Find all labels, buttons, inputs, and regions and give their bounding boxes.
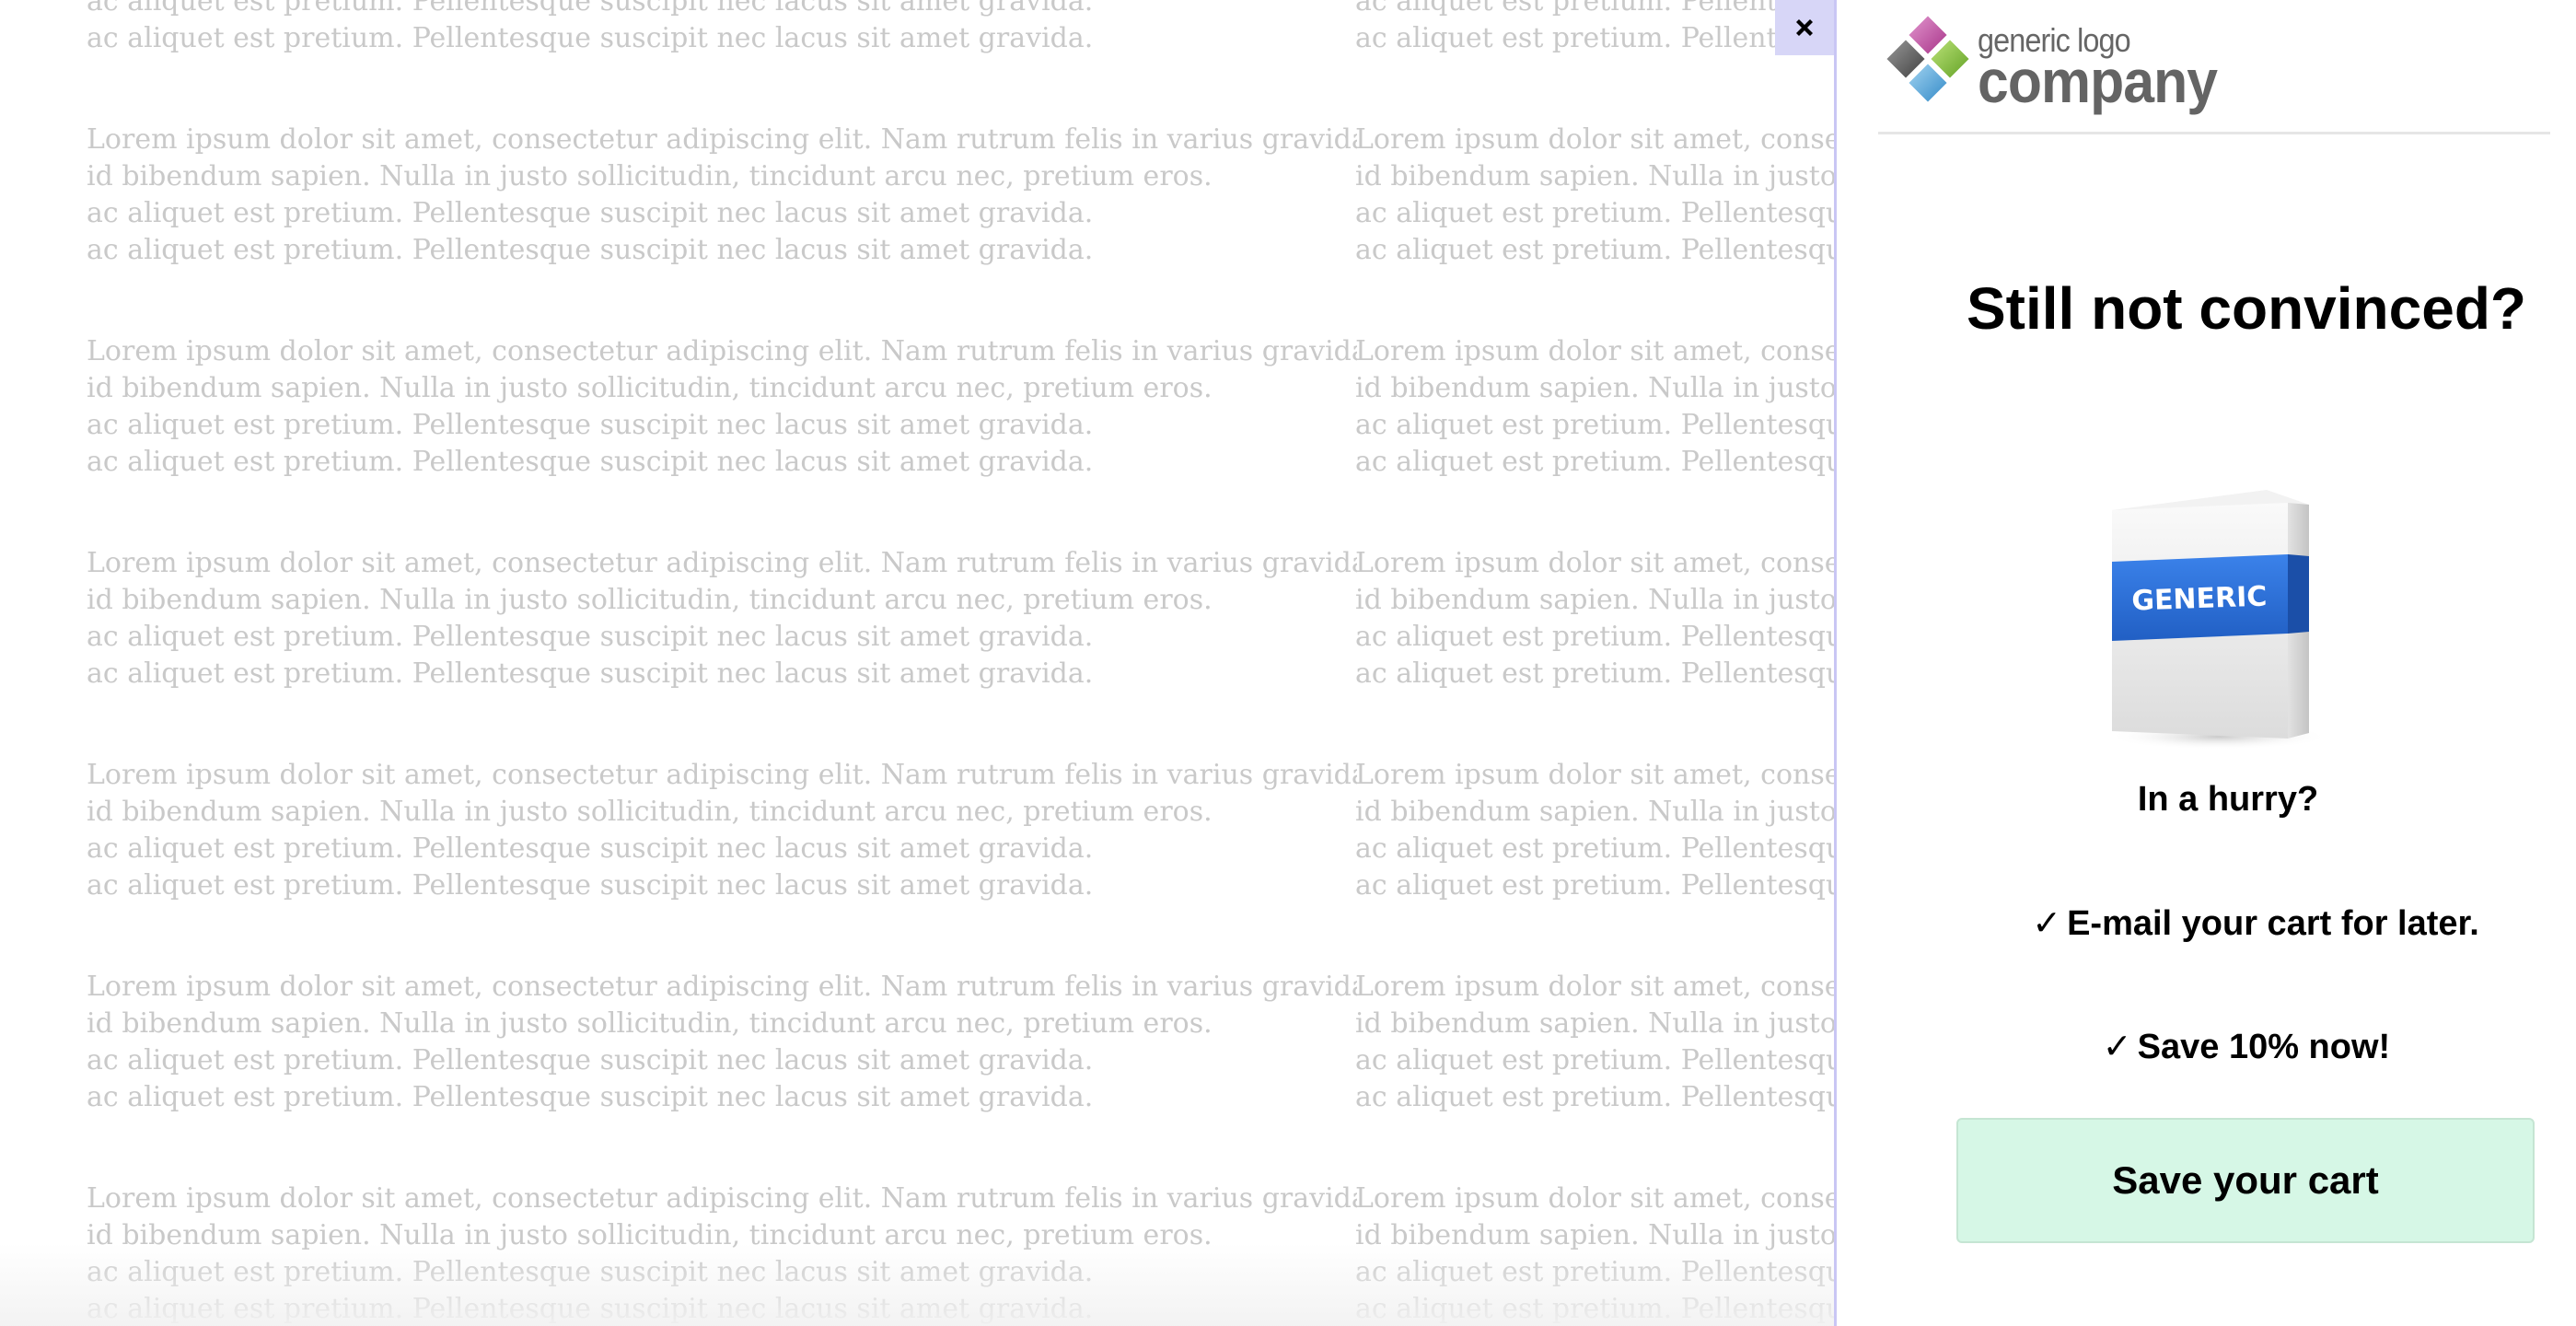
background-paragraph-line: ac aliquet est pretium. Pellentesque sus… <box>87 197 1094 229</box>
logo-big-text: company <box>1978 47 2218 115</box>
background-paragraph: ac aliquet est pretium. Pellentesque sus… <box>1355 0 1834 57</box>
background-paragraph-line: ac aliquet est pretium. Pellentesque sus… <box>1355 869 1834 901</box>
background-paragraph-line: ac aliquet est pretium. Pellentesque sus… <box>87 621 1094 653</box>
checkmark-icon: ✓ <box>2102 1026 2132 1066</box>
background-paragraph-line: ac aliquet est pretium. Pellentesque sus… <box>87 1044 1094 1076</box>
background-paragraph: Lorem ipsum dolor sit amet, consectetur … <box>87 545 1357 692</box>
background-paragraph: Lorem ipsum dolor sit amet, consectetur … <box>87 969 1357 1116</box>
background-paragraph-line: id bibendum sapien. Nulla in justo solli… <box>1355 160 1834 192</box>
hurry-subheading: In a hurry? <box>2137 780 2319 819</box>
background-paragraph: Lorem ipsum dolor sit amet, consectetur … <box>1355 757 1834 904</box>
background-paragraph: Lorem ipsum dolor sit amet, consectetur … <box>1355 122 1834 269</box>
background-paragraph-line: ac aliquet est pretium. Pellentesque sus… <box>1355 22 1834 54</box>
background-paragraph: Lorem ipsum dolor sit amet, consectetur … <box>1355 969 1834 1116</box>
background-paragraph-line: Lorem ipsum dolor sit amet, consectetur … <box>1355 335 1834 367</box>
background-paragraph-line: ac aliquet est pretium. Pellentesque sus… <box>1355 621 1834 653</box>
product-box-label: GENERIC <box>2131 580 2268 617</box>
background-paragraph: Lorem ipsum dolor sit amet, consectetur … <box>87 122 1357 269</box>
close-button[interactable] <box>1775 0 1834 55</box>
background-paragraph-line: ac aliquet est pretium. Pellentesque sus… <box>87 0 1094 17</box>
background-paragraph: ac aliquet est pretium. Pellentesque sus… <box>87 0 1357 57</box>
background-paragraph-line: ac aliquet est pretium. Pellentesque sus… <box>87 22 1094 54</box>
background-paragraph-line: id bibendum sapien. Nulla in justo solli… <box>87 1007 1213 1040</box>
background-paragraph-line: ac aliquet est pretium. Pellentesque sus… <box>87 1081 1094 1113</box>
close-icon <box>1796 19 1813 36</box>
page: ac aliquet est pretium. Pellentesque sus… <box>0 0 2576 1326</box>
background-paragraph-line: ac aliquet est pretium. Pellentesque sus… <box>1355 234 1834 266</box>
background-content-right: ac aliquet est pretium. Pellentesque sus… <box>1355 0 1834 1326</box>
background-paragraph-line: Lorem ipsum dolor sit amet, consectetur … <box>1355 759 1834 791</box>
background-paragraph-line: Lorem ipsum dolor sit amet, consectetur … <box>1355 123 1834 156</box>
background-paragraph-line: Lorem ipsum dolor sit amet, consectetur … <box>87 1182 1357 1215</box>
background-paragraph-line: ac aliquet est pretium. Pellentesque sus… <box>87 446 1094 478</box>
benefit-text: E-mail your cart for later. <box>2067 904 2479 943</box>
save-cart-button[interactable]: Save your cart <box>1956 1118 2535 1243</box>
background-paragraph-line: ac aliquet est pretium. Pellentesque sus… <box>1355 1044 1834 1076</box>
background-paragraph-line: id bibendum sapien. Nulla in justo solli… <box>87 160 1213 192</box>
background-paragraph-line: ac aliquet est pretium. Pellentesque sus… <box>1355 657 1834 690</box>
background-paragraph-line: ac aliquet est pretium. Pellentesque sus… <box>1355 0 1834 17</box>
background-paragraph-line: Lorem ipsum dolor sit amet, consectetur … <box>87 971 1357 1003</box>
background-paragraph-line: ac aliquet est pretium. Pellentesque sus… <box>1355 446 1834 478</box>
background-paragraph-line: id bibendum sapien. Nulla in justo solli… <box>87 584 1213 616</box>
background-paragraph-line: ac aliquet est pretium. Pellentesque sus… <box>87 832 1094 865</box>
headline: Still not convinced? <box>1966 275 2527 342</box>
background-paragraph-line: id bibendum sapien. Nulla in justo solli… <box>87 796 1213 828</box>
background-paragraph-line: ac aliquet est pretium. Pellentesque sus… <box>87 409 1094 441</box>
background-paragraph-line: Lorem ipsum dolor sit amet, consectetur … <box>1355 1182 1834 1215</box>
background-paragraph-line: id bibendum sapien. Nulla in justo solli… <box>87 372 1213 404</box>
benefit-save-discount: ✓ Save 10% now! <box>1855 1024 2576 1069</box>
background-paragraph-line: ac aliquet est pretium. Pellentesque sus… <box>87 657 1094 690</box>
background-paragraph: Lorem ipsum dolor sit amet, consectetur … <box>87 333 1357 481</box>
background-paragraph-line: id bibendum sapien. Nulla in justo solli… <box>1355 1007 1834 1040</box>
background-paragraph-line: Lorem ipsum dolor sit amet, consectetur … <box>87 123 1357 156</box>
background-paragraph: Lorem ipsum dolor sit amet, consectetur … <box>1355 545 1834 692</box>
benefit-email-cart: ✓ E-mail your cart for later. <box>1864 901 2576 946</box>
background-paragraph-line: Lorem ipsum dolor sit amet, consectetur … <box>87 335 1357 367</box>
background-paragraph-line: id bibendum sapien. Nulla in justo solli… <box>1355 372 1834 404</box>
background-paragraph-line: ac aliquet est pretium. Pellentesque sus… <box>87 234 1094 266</box>
background-paragraph-line: Lorem ipsum dolor sit amet, consectetur … <box>87 547 1357 579</box>
background-paragraph-line: Lorem ipsum dolor sit amet, consectetur … <box>1355 971 1834 1003</box>
background-paragraph: Lorem ipsum dolor sit amet, consectetur … <box>87 757 1357 904</box>
background-paragraph: Lorem ipsum dolor sit amet, consectetur … <box>1355 333 1834 481</box>
background-paragraph-line: ac aliquet est pretium. Pellentesque sus… <box>1355 1081 1834 1113</box>
background-paragraph-line: Lorem ipsum dolor sit amet, consectetur … <box>1355 547 1834 579</box>
header-divider <box>1878 132 2550 134</box>
exit-intent-panel: generic logo company Still not convinced… <box>1837 0 2576 1326</box>
background-content-left: ac aliquet est pretium. Pellentesque sus… <box>87 0 1357 1326</box>
background-paragraph-line: id bibendum sapien. Nulla in justo solli… <box>1355 796 1834 828</box>
background-paragraph-line: id bibendum sapien. Nulla in justo solli… <box>1355 584 1834 616</box>
company-logo: generic logo company <box>1882 9 2269 115</box>
bottom-fade <box>0 1243 1836 1326</box>
background-paragraph-line: Lorem ipsum dolor sit amet, consectetur … <box>87 759 1357 791</box>
background-paragraph-line: ac aliquet est pretium. Pellentesque sus… <box>1355 832 1834 865</box>
background-paragraph-line: ac aliquet est pretium. Pellentesque sus… <box>1355 409 1834 441</box>
logo-diamond-icon <box>1884 13 1972 105</box>
product-box-image: GENERIC <box>2108 490 2327 750</box>
background-paragraph-line: ac aliquet est pretium. Pellentesque sus… <box>1355 197 1834 229</box>
benefit-text: Save 10% now! <box>2137 1028 2391 1066</box>
checkmark-icon: ✓ <box>2032 902 2062 943</box>
background-paragraph-line: ac aliquet est pretium. Pellentesque sus… <box>87 869 1094 901</box>
